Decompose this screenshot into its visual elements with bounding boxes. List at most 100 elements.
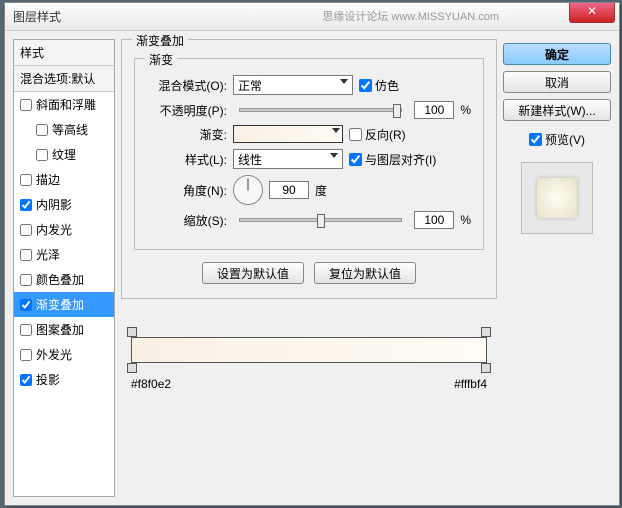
align-checkbox[interactable]: 与图层对齐(I) [349,151,436,168]
gradient-section: 渐变 混合模式(O): 正常 仿色 不透明度(P): [134,58,484,250]
style-checkbox[interactable] [20,299,32,311]
style-checkbox[interactable] [20,324,32,336]
style-item[interactable]: 光泽 [14,242,114,267]
section-title: 渐变 [145,51,177,68]
angle-input[interactable] [269,181,309,199]
gradient-label: 渐变: [147,126,227,143]
style-item[interactable]: 斜面和浮雕 [14,92,114,117]
chevron-down-icon [332,128,340,133]
opacity-stop-left[interactable] [127,327,137,337]
color-stop-left[interactable] [127,363,137,373]
angle-hand [248,179,249,191]
preview-checkbox[interactable]: 预览(V) [503,131,611,148]
settings-panel: 渐变叠加 渐变 混合模式(O): 正常 仿色 不透明度 [121,39,497,497]
ok-button[interactable]: 确定 [503,43,611,65]
style-label: 样式(L): [147,151,227,168]
scale-row: 缩放(S): % [147,211,471,229]
style-checkbox[interactable] [20,224,32,236]
style-checkbox[interactable] [36,149,48,161]
dither-checkbox[interactable]: 仿色 [359,77,399,94]
left-color-label: #f8f0e2 [131,377,171,391]
slider-thumb[interactable] [317,214,325,228]
opacity-row: 不透明度(P): % [147,101,471,119]
style-label: 投影 [36,371,60,388]
close-button[interactable]: ✕ [569,3,615,23]
style-label: 纹理 [52,146,76,163]
style-label: 等高线 [52,121,88,138]
style-checkbox[interactable] [20,199,32,211]
style-label: 描边 [36,171,60,188]
color-stop-right[interactable] [481,363,491,373]
gradient-overlay-fieldset: 渐变叠加 渐变 混合模式(O): 正常 仿色 不透明度 [121,39,497,299]
styles-header[interactable]: 样式 [14,40,114,66]
reset-default-button[interactable]: 复位为默认值 [314,262,416,284]
style-row: 样式(L): 线性 与图层对齐(I) [147,149,471,169]
scale-label: 缩放(S): [147,212,227,229]
angle-label: 角度(N): [147,182,227,199]
chevron-down-icon [330,153,338,158]
style-checkbox[interactable] [20,274,32,286]
style-label: 内发光 [36,221,72,238]
opacity-stop-right[interactable] [481,327,491,337]
style-label: 外发光 [36,346,72,363]
watermark: 思缘设计论坛 www.MISSYUAN.com [322,8,499,24]
preview-swatch [537,178,577,218]
style-item[interactable]: 内阴影 [14,192,114,217]
style-item[interactable]: 投影 [14,367,114,392]
blend-mode-select[interactable]: 正常 [233,75,353,95]
style-checkbox[interactable] [20,99,32,111]
blend-mode-row: 混合模式(O): 正常 仿色 [147,75,471,95]
style-label: 颜色叠加 [36,271,84,288]
opacity-input[interactable] [414,101,454,119]
slider-thumb[interactable] [393,104,401,118]
close-icon: ✕ [587,4,597,18]
gradient-picker[interactable] [233,125,343,143]
window-title: 图层样式 [13,8,61,25]
style-label: 内阴影 [36,196,72,213]
style-label: 光泽 [36,246,60,263]
right-color-label: #fffbf4 [454,377,487,391]
fieldset-title: 渐变叠加 [132,32,188,49]
style-item[interactable]: 图案叠加 [14,317,114,342]
new-style-button[interactable]: 新建样式(W)... [503,99,611,121]
style-item[interactable]: 外发光 [14,342,114,367]
styles-list: 样式 混合选项:默认 斜面和浮雕等高线纹理描边内阴影内发光光泽颜色叠加渐变叠加图… [13,39,115,497]
style-label: 渐变叠加 [36,296,84,313]
gradient-bar-wrap[interactable] [121,329,497,371]
gradient-bar[interactable] [131,337,487,363]
scale-input[interactable] [414,211,454,229]
style-item[interactable]: 渐变叠加 [14,292,114,317]
style-checkbox[interactable] [36,124,48,136]
gradient-labels: #f8f0e2 #fffbf4 [121,371,497,391]
style-select[interactable]: 线性 [233,149,343,169]
style-checkbox[interactable] [20,249,32,261]
style-item[interactable]: 描边 [14,167,114,192]
titlebar[interactable]: 图层样式 思缘设计论坛 www.MISSYUAN.com ✕ [5,3,619,31]
style-item[interactable]: 等高线 [14,117,114,142]
preview-thumbnail [521,162,593,234]
dialog-body: 样式 混合选项:默认 斜面和浮雕等高线纹理描边内阴影内发光光泽颜色叠加渐变叠加图… [5,31,619,505]
chevron-down-icon [340,79,348,84]
style-checkbox[interactable] [20,349,32,361]
style-item[interactable]: 内发光 [14,217,114,242]
scale-slider[interactable] [239,218,402,222]
blend-mode-label: 混合模式(O): [147,77,227,94]
blend-options-item[interactable]: 混合选项:默认 [14,66,114,92]
opacity-slider[interactable] [239,108,402,112]
default-buttons: 设置为默认值 复位为默认值 [134,262,484,284]
cancel-button[interactable]: 取消 [503,71,611,93]
gradient-editor: #f8f0e2 #fffbf4 [121,329,497,391]
layer-style-dialog: 图层样式 思缘设计论坛 www.MISSYUAN.com ✕ 样式 混合选项:默… [4,2,620,506]
style-item[interactable]: 颜色叠加 [14,267,114,292]
angle-row: 角度(N): 度 [147,175,471,205]
reverse-checkbox[interactable]: 反向(R) [349,126,406,143]
action-buttons: 确定 取消 新建样式(W)... 预览(V) [503,39,611,497]
set-default-button[interactable]: 设置为默认值 [202,262,304,284]
gradient-row: 渐变: 反向(R) [147,125,471,143]
style-label: 斜面和浮雕 [36,96,96,113]
opacity-label: 不透明度(P): [147,102,227,119]
style-checkbox[interactable] [20,374,32,386]
style-checkbox[interactable] [20,174,32,186]
angle-dial[interactable] [233,175,263,205]
style-item[interactable]: 纹理 [14,142,114,167]
